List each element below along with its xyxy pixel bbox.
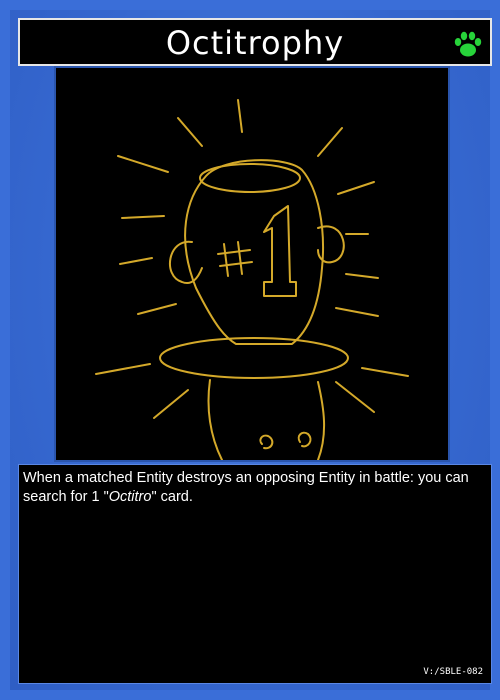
archetype-name: Octitro bbox=[108, 489, 152, 505]
card-effect-text: When a matched Entity destroys an opposi… bbox=[23, 470, 469, 505]
set-code: V:/SBLE-082 bbox=[423, 667, 483, 677]
card-name-bar: Octitrophy bbox=[18, 18, 492, 66]
card-effect-box: When a matched Entity destroys an opposi… bbox=[18, 464, 492, 684]
paw-print-icon bbox=[454, 31, 482, 57]
card-artwork bbox=[54, 66, 450, 462]
octopus-trophy-illustration bbox=[95, 99, 409, 460]
card-name: Octitrophy bbox=[165, 24, 345, 62]
card: Octitrophy When a matched Entity destroy… bbox=[0, 0, 500, 700]
